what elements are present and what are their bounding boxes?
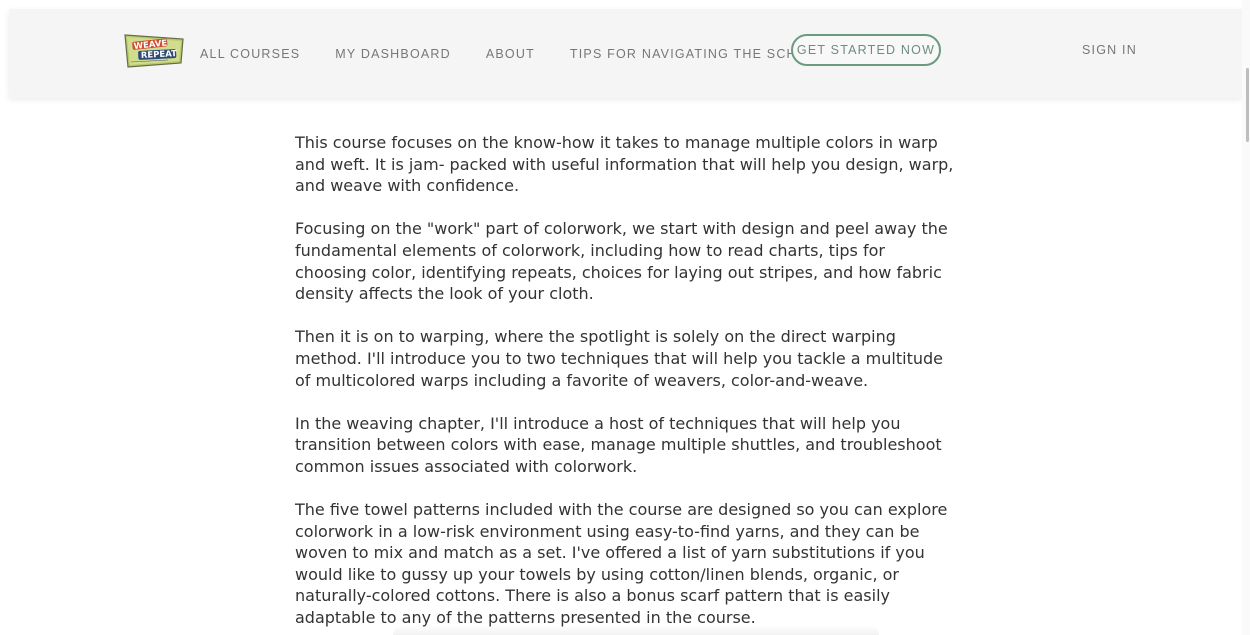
page-scrollbar[interactable] bbox=[1242, 0, 1250, 635]
description-paragraph-3: Then it is on to warping, where the spot… bbox=[295, 327, 943, 390]
page: WEAVE REPEAT ALL COURSES MY DASHBOARD AB… bbox=[0, 0, 1250, 635]
nav-all-courses[interactable]: ALL COURSES bbox=[200, 47, 300, 61]
nav-tips-for-navigating[interactable]: TIPS FOR NAVIGATING THE SCHOOL bbox=[570, 47, 827, 61]
site-header: WEAVE REPEAT ALL COURSES MY DASHBOARD AB… bbox=[9, 9, 1243, 98]
main-nav: ALL COURSES MY DASHBOARD ABOUT TIPS FOR … bbox=[200, 9, 827, 98]
description-paragraph-1: This course focuses on the know-how it t… bbox=[295, 133, 954, 196]
logo-text-line2: REPEAT bbox=[141, 49, 178, 61]
nav-about[interactable]: ABOUT bbox=[486, 47, 535, 61]
description-paragraph-4: In the weaving chapter, I'll introduce a… bbox=[295, 413, 942, 476]
sign-in-link[interactable]: SIGN IN bbox=[1082, 43, 1137, 57]
course-description: This course focuses on the know-how it t… bbox=[295, 132, 960, 635]
description-paragraph-5: The five towel patterns included with th… bbox=[295, 500, 948, 628]
scrollbar-thumb[interactable] bbox=[1246, 68, 1249, 142]
nav-my-dashboard[interactable]: MY DASHBOARD bbox=[335, 47, 451, 61]
get-started-now-button[interactable]: GET STARTED NOW bbox=[791, 34, 941, 66]
description-paragraph-2: Focusing on the "work" part of colorwork… bbox=[295, 219, 948, 304]
weave-repeat-logo[interactable]: WEAVE REPEAT bbox=[123, 29, 185, 71]
section-divider-shadow bbox=[393, 625, 879, 635]
